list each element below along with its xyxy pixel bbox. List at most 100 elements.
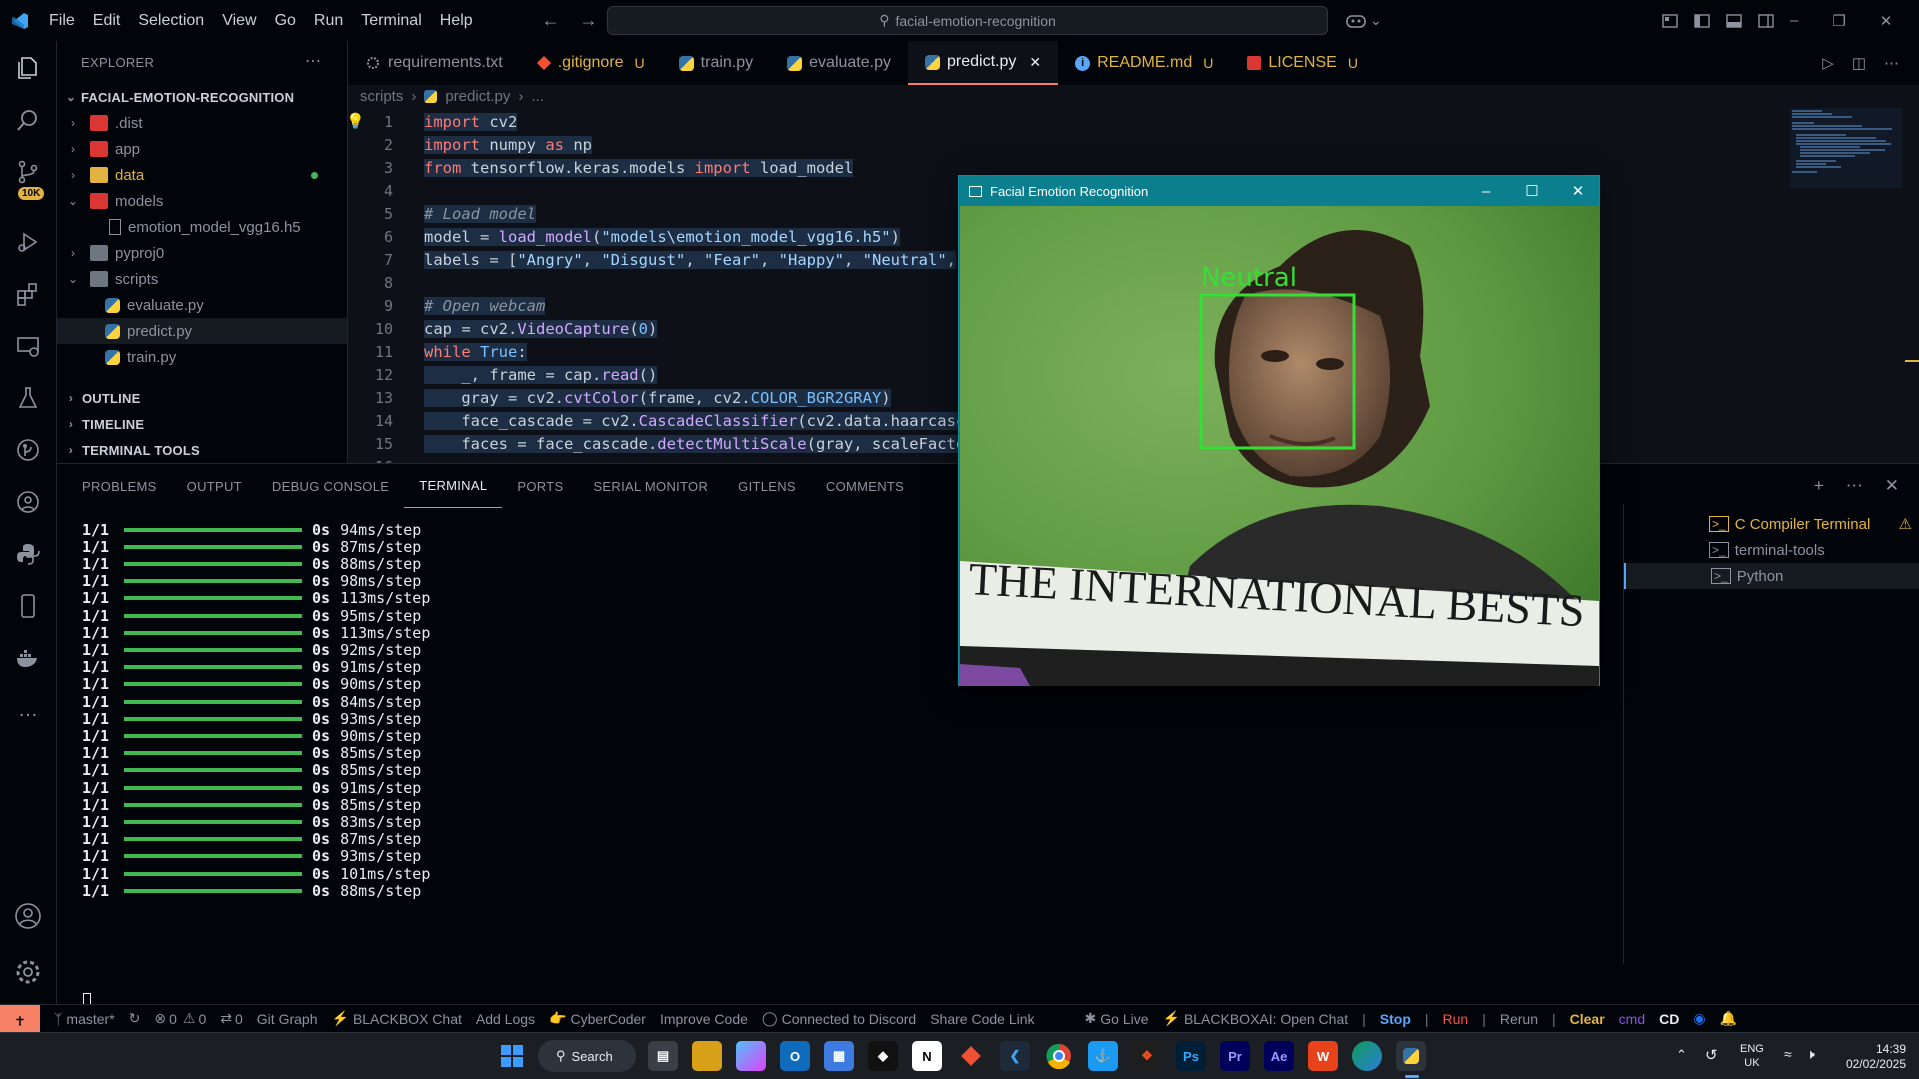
source-control-icon[interactable] xyxy=(13,157,43,187)
panel-more-icon[interactable]: ⋯ xyxy=(1846,476,1863,496)
ports-icon[interactable]: ⇄ xyxy=(220,1010,232,1027)
copilot-icon[interactable]: ⌄ xyxy=(1345,0,1382,41)
copilot-app-icon[interactable] xyxy=(736,1041,766,1071)
settings-gear-icon[interactable] xyxy=(13,957,43,987)
run-debug-icon[interactable] xyxy=(13,227,43,257)
terminal-item[interactable]: >_ terminal-tools xyxy=(1624,537,1919,563)
git-app-icon[interactable] xyxy=(956,1041,986,1071)
cv-close-icon[interactable]: ✕ xyxy=(1555,176,1601,206)
outlook-icon[interactable]: O xyxy=(780,1041,810,1071)
tab-gitlens[interactable]: GITLENS xyxy=(723,464,811,508)
customize-layout-icon[interactable] xyxy=(1662,13,1678,28)
status-run[interactable]: Run xyxy=(1443,1011,1469,1027)
toggle-panel-icon[interactable] xyxy=(1726,13,1742,28)
status-stop[interactable]: Stop xyxy=(1380,1011,1411,1027)
tree-file-model[interactable]: emotion_model_vgg16.h5 xyxy=(57,214,347,240)
tray-overflow-icon[interactable]: ⌃ xyxy=(1676,1047,1687,1063)
copilot-status-icon[interactable]: ◉ xyxy=(1693,1010,1705,1027)
menu-file[interactable]: File xyxy=(40,0,84,41)
remote-explorer-icon[interactable] xyxy=(13,331,43,361)
explorer-root[interactable]: ⌄ FACIAL-EMOTION-RECOGNITION xyxy=(57,84,347,110)
close-panel-icon[interactable]: ✕ xyxy=(1885,476,1899,496)
cv-minimize-icon[interactable]: – xyxy=(1463,176,1509,206)
figma-icon[interactable]: ❖ xyxy=(1132,1041,1162,1071)
status-cd[interactable]: CD xyxy=(1659,1011,1679,1027)
device-icon[interactable] xyxy=(13,591,43,621)
tab-comments[interactable]: COMMENTS xyxy=(811,464,919,508)
tree-folder-data[interactable]: › data xyxy=(57,162,347,188)
tree-folder-pyproj0[interactable]: › pyproj0 xyxy=(57,240,347,266)
tab-license[interactable]: LICENSE U xyxy=(1230,41,1375,85)
tab-problems[interactable]: PROBLEMS xyxy=(57,464,172,508)
tree-folder-models[interactable]: ⌄ models xyxy=(57,188,347,214)
status-add-logs[interactable]: Add Logs xyxy=(476,1011,535,1027)
edge-icon[interactable] xyxy=(1352,1041,1382,1071)
store-icon[interactable]: ▦ xyxy=(824,1041,854,1071)
minimize-icon[interactable]: – xyxy=(1790,12,1798,29)
close-tab-icon[interactable]: ✕ xyxy=(1029,54,1041,71)
tab-gitignore[interactable]: .gitignore U xyxy=(520,41,662,85)
split-editor-icon[interactable]: ◫ xyxy=(1852,54,1866,72)
premiere-icon[interactable]: Pr xyxy=(1220,1041,1250,1071)
account-icon[interactable] xyxy=(13,901,43,931)
menu-run[interactable]: Run xyxy=(305,0,352,41)
menu-selection[interactable]: Selection xyxy=(129,0,213,41)
cv-maximize-icon[interactable]: ☐ xyxy=(1509,176,1555,206)
python-app-icon[interactable] xyxy=(1396,1041,1426,1071)
status-improve-code[interactable]: Improve Code xyxy=(660,1011,748,1027)
status-clear[interactable]: Clear xyxy=(1570,1011,1605,1027)
tree-folder-dist[interactable]: › .dist xyxy=(57,110,347,136)
tree-folder-app[interactable]: › app xyxy=(57,136,347,162)
notifications-bell-icon[interactable]: 🔔 xyxy=(1720,1010,1737,1027)
command-center-search[interactable]: ⚲ facial-emotion-recognition xyxy=(607,6,1328,35)
file-explorer-icon[interactable] xyxy=(692,1041,722,1071)
testing-icon[interactable] xyxy=(13,383,43,413)
menu-terminal[interactable]: Terminal xyxy=(352,0,430,41)
menu-edit[interactable]: Edit xyxy=(84,0,130,41)
menu-help[interactable]: Help xyxy=(431,0,482,41)
vscode-task-icon[interactable]: ❮ xyxy=(1000,1041,1030,1071)
status-discord[interactable]: Connected to Discord xyxy=(782,1011,917,1027)
status-cmd[interactable]: cmd xyxy=(1619,1011,1645,1027)
error-icon[interactable]: ⊗ xyxy=(154,1010,166,1027)
timeline-section[interactable]: › TIMELINE xyxy=(57,411,347,437)
restore-icon[interactable]: ❐ xyxy=(1832,12,1845,30)
minimap[interactable] xyxy=(1790,108,1902,188)
wifi-icon[interactable]: ≈ xyxy=(1784,1046,1792,1062)
tab-readme[interactable]: i README.md U xyxy=(1058,41,1230,85)
toggle-sidebar-icon[interactable] xyxy=(1694,13,1710,28)
forward-arrow-icon[interactable]: → xyxy=(580,10,598,31)
breadcrumb-symbol[interactable]: ... xyxy=(531,88,544,105)
tree-file-predict[interactable]: predict.py xyxy=(57,318,347,344)
after-effects-icon[interactable]: Ae xyxy=(1264,1041,1294,1071)
windows-start-icon[interactable] xyxy=(497,1041,527,1071)
docker-app-icon[interactable]: ⚓ xyxy=(1088,1041,1118,1071)
status-share-code[interactable]: Share Code Link xyxy=(930,1011,1034,1027)
new-terminal-icon[interactable]: + xyxy=(1814,476,1824,496)
status-cybercoder[interactable]: CyberCoder xyxy=(570,1011,645,1027)
explorer-icon[interactable] xyxy=(13,53,43,83)
clock[interactable]: 14:39 02/02/2025 xyxy=(1836,1042,1906,1072)
back-arrow-icon[interactable]: ← xyxy=(542,10,560,31)
tab-train[interactable]: train.py xyxy=(662,41,770,85)
outline-section[interactable]: › OUTLINE xyxy=(57,385,347,411)
language-indicator[interactable]: ENG UK xyxy=(1740,1042,1764,1070)
breadcrumb-folder[interactable]: scripts xyxy=(360,88,403,105)
chrome-icon[interactable] xyxy=(1044,1041,1074,1071)
breadcrumb-file[interactable]: predict.py xyxy=(445,88,510,105)
run-file-icon[interactable]: ▷ xyxy=(1822,54,1834,72)
tab-requirements[interactable]: requirements.txt xyxy=(348,41,520,85)
docker-icon[interactable] xyxy=(13,643,43,673)
opencv-window[interactable]: Facial Emotion Recognition – ☐ ✕ THE INT… xyxy=(958,175,1600,686)
terminal-item[interactable]: >_ C Compiler Terminal ⚠ xyxy=(1624,511,1919,537)
explorer-more-icon[interactable]: ⋯ xyxy=(305,51,321,71)
status-blackboxai[interactable]: BLACKBOXAI: Open Chat xyxy=(1184,1011,1348,1027)
photoshop-icon[interactable]: Ps xyxy=(1176,1041,1206,1071)
sync-icon[interactable]: ↻ xyxy=(129,1010,141,1027)
gitlens-icon[interactable] xyxy=(13,435,43,465)
epic-icon[interactable]: ◆ xyxy=(868,1041,898,1071)
taskbar-search[interactable]: ⚲ Search xyxy=(538,1040,636,1072)
status-rerun[interactable]: Rerun xyxy=(1500,1011,1538,1027)
terminal-tools-section[interactable]: › TERMINAL TOOLS xyxy=(57,437,347,463)
tab-serial-monitor[interactable]: SERIAL MONITOR xyxy=(578,464,723,508)
